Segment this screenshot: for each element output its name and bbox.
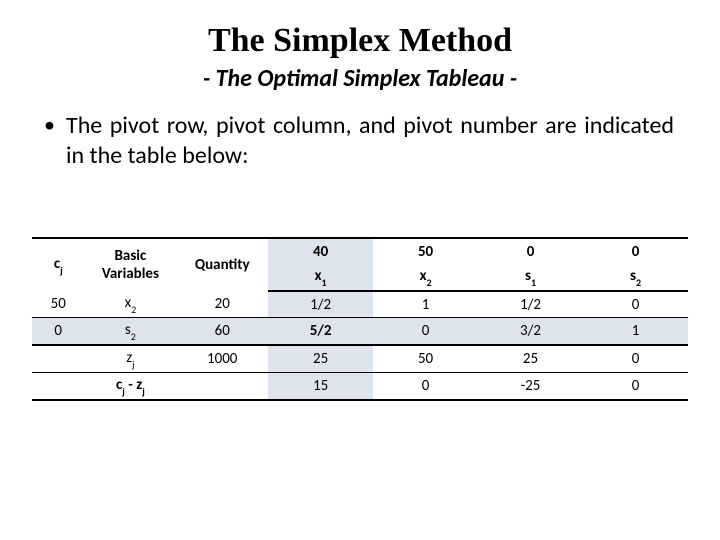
- simplex-tableau: cj Basic Variables Quantity 40 50 0 0 x1…: [32, 237, 688, 401]
- row2-s1: 3/2: [478, 318, 583, 346]
- diff-x1: 15: [268, 373, 373, 401]
- page-title: The Simplex Method: [40, 22, 680, 60]
- diff-x2: 0: [373, 373, 478, 401]
- header-quantity: Quantity: [176, 238, 268, 291]
- row1-s2: 0: [583, 291, 688, 318]
- row1-cj: 50: [32, 291, 84, 318]
- var-s2: s2: [583, 264, 688, 291]
- row2-x2: 0: [373, 318, 478, 346]
- row1-qty: 20: [176, 291, 268, 318]
- row1-basic: x2: [84, 291, 176, 318]
- zj-x1: 25: [268, 345, 373, 373]
- header-basic-variables: Basic Variables: [84, 238, 176, 291]
- row2-cj: 0: [32, 318, 84, 346]
- page-subtitle: - The Optimal Simplex Tableau -: [40, 64, 680, 93]
- var-x1: x1: [268, 264, 373, 291]
- zj-s2: 0: [583, 345, 688, 373]
- var-x2: x2: [373, 264, 478, 291]
- row1-x1: 1/2: [268, 291, 373, 318]
- row2-x1-pivot: 5/2: [268, 318, 373, 346]
- cost-50: 50: [373, 238, 478, 264]
- row1-s1: 1/2: [478, 291, 583, 318]
- row2-s2: 1: [583, 318, 688, 346]
- cost-40: 40: [268, 238, 373, 264]
- zj-x2: 50: [373, 345, 478, 373]
- row2-qty: 60: [176, 318, 268, 346]
- zj-qty: 1000: [176, 345, 268, 373]
- cost-0b: 0: [583, 238, 688, 264]
- row1-x2: 1: [373, 291, 478, 318]
- zj-label: zj: [84, 345, 176, 373]
- diff-s2: 0: [583, 373, 688, 401]
- cost-0a: 0: [478, 238, 583, 264]
- row2-basic: s2: [84, 318, 176, 346]
- diff-s1: -25: [478, 373, 583, 401]
- cj-minus-zj-label: cj - zj: [84, 373, 176, 401]
- bullet-text: The pivot row, pivot column, and pivot n…: [40, 111, 674, 171]
- header-cj: cj: [32, 238, 84, 291]
- var-s1: s1: [478, 264, 583, 291]
- zj-s1: 25: [478, 345, 583, 373]
